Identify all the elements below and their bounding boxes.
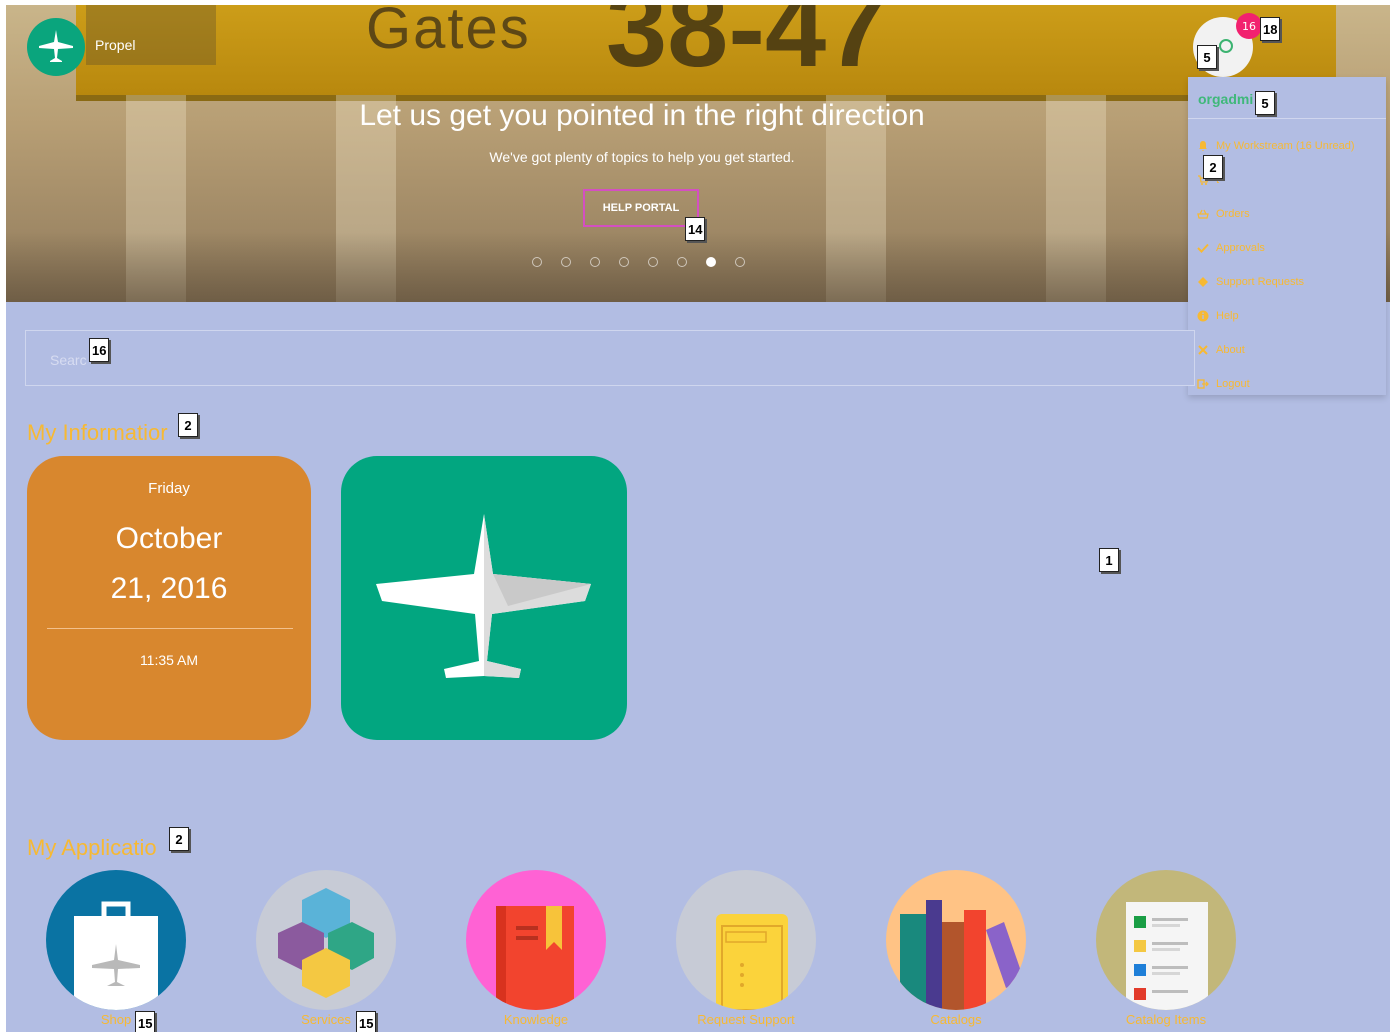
plane-icon <box>376 514 591 678</box>
books-icon <box>886 870 1026 1010</box>
marker: 18 <box>1260 17 1281 41</box>
carousel-dot[interactable] <box>532 257 542 267</box>
menu-item-label: Help <box>1216 310 1239 322</box>
plane-icon <box>39 30 73 62</box>
menu-item-approvals[interactable]: Approvals <box>1196 241 1265 255</box>
bell-icon <box>1196 139 1210 153</box>
search-input[interactable] <box>48 347 1052 373</box>
plane-icon <box>1196 343 1210 357</box>
brand-logo[interactable] <box>27 18 85 76</box>
hero-subtitle: We've got plenty of topics to help you g… <box>489 149 795 165</box>
list-document-icon <box>1096 870 1236 1010</box>
marker: 16 <box>89 338 110 362</box>
shopping-bag-icon <box>46 870 186 1010</box>
date-card-date: 21, 2016 <box>110 572 228 605</box>
user-menu-username[interactable]: orgadmi <box>1198 91 1253 107</box>
marker: 14 <box>685 217 706 241</box>
app-shop[interactable]: Shop <box>46 870 186 1027</box>
carousel-dot[interactable] <box>735 257 745 267</box>
marker: 2 <box>169 827 189 851</box>
divider <box>1188 118 1386 119</box>
check-icon <box>1196 241 1210 255</box>
menu-item-label: Logout <box>1216 378 1250 390</box>
my-applications-title: My Applicatio <box>27 835 157 860</box>
app-knowledge[interactable]: Knowledge <box>466 870 606 1027</box>
app-label: Request Support <box>697 1012 795 1027</box>
divider <box>47 628 293 629</box>
info-icon <box>1196 309 1210 323</box>
date-card-month: October <box>115 522 223 555</box>
cubes-icon <box>256 870 396 1010</box>
carousel-dot[interactable] <box>619 257 629 267</box>
carousel-dot[interactable] <box>677 257 687 267</box>
menu-item-label: Support Requests <box>1216 276 1305 288</box>
app-request-support[interactable]: Request Support <box>676 870 816 1027</box>
marker: 2 <box>178 413 198 437</box>
carousel-dot[interactable] <box>561 257 571 267</box>
carousel-dot[interactable] <box>590 257 600 267</box>
gate-sign-text: Gates <box>366 5 531 61</box>
ticket-icon <box>1196 275 1210 289</box>
page: Gates 38-47 Propel Let us get you pointe… <box>6 5 1390 1032</box>
app-services[interactable]: Services <box>256 870 396 1027</box>
menu-item-label: About <box>1216 344 1245 356</box>
gate-sign-number: 38-47 <box>606 5 888 90</box>
hero-banner: Gates 38-47 Propel Let us get you pointe… <box>6 5 1390 302</box>
carousel-dots <box>532 257 748 267</box>
app-label: Knowledge <box>503 1012 569 1027</box>
search-box[interactable] <box>25 330 1195 386</box>
floor <box>6 232 1390 302</box>
notification-badge[interactable]: 16 <box>1236 13 1262 39</box>
marker: 1 <box>1099 548 1119 572</box>
date-card-day: Friday <box>148 480 190 497</box>
arrow-sign-icon <box>86 5 216 65</box>
status-ring-icon <box>1219 39 1233 53</box>
marker: 15 <box>135 1011 156 1032</box>
app-label: Catalog Items <box>1125 1012 1207 1027</box>
hero-title: Let us get you pointed in the right dire… <box>359 99 925 132</box>
app-catalog-items[interactable]: Catalog Items <box>1096 870 1236 1027</box>
user-menu-dropdown: orgadmi My Workstream (16 Unread) t Orde… <box>1188 77 1386 395</box>
menu-item-label: My Workstream (16 Unread) <box>1216 140 1355 152</box>
menu-item-about[interactable]: About <box>1196 343 1245 357</box>
my-information-title: My Informatior <box>27 420 168 445</box>
app-catalogs[interactable]: Catalogs <box>886 870 1026 1027</box>
menu-item-label: Approvals <box>1216 242 1265 254</box>
book-icon <box>466 870 606 1010</box>
marker: 15 <box>356 1011 377 1032</box>
app-label: Catalogs <box>930 1012 982 1027</box>
marker: 5 <box>1255 91 1275 115</box>
menu-item-workstream[interactable]: My Workstream (16 Unread) <box>1196 139 1355 153</box>
menu-item-logout[interactable]: Logout <box>1196 377 1250 391</box>
carousel-dot[interactable] <box>648 257 658 267</box>
help-portal-button[interactable]: HELP PORTAL <box>583 189 699 227</box>
marker: 2 <box>1203 155 1223 179</box>
carousel-dot-active[interactable] <box>706 257 716 267</box>
date-card-time: 11:35 AM <box>139 652 199 668</box>
logout-icon <box>1196 377 1210 391</box>
date-card[interactable]: Friday October 21, 2016 11:35 AM <box>27 456 311 740</box>
menu-item-help[interactable]: Help <box>1196 309 1239 323</box>
menu-item-label: Orders <box>1216 208 1250 220</box>
marker: 5 <box>1197 45 1217 69</box>
menu-item-orders[interactable]: Orders <box>1196 207 1250 221</box>
brand-name[interactable]: Propel <box>95 37 135 53</box>
basket-icon <box>1196 207 1210 221</box>
plane-tile[interactable] <box>341 456 627 740</box>
support-ticket-icon <box>676 870 816 1010</box>
menu-item-support-requests[interactable]: Support Requests <box>1196 275 1304 289</box>
app-label: Shop <box>100 1012 132 1027</box>
